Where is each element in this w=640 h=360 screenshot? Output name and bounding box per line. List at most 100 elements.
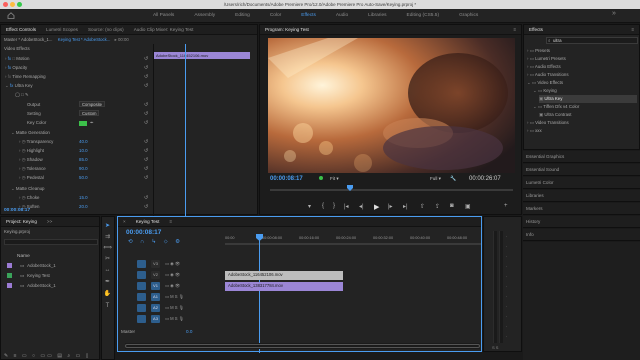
mark-in-icon[interactable]: ▾	[308, 203, 311, 210]
reset-parameter-icon[interactable]: ↺	[144, 120, 148, 126]
stopwatch-icon[interactable]: ◷	[22, 139, 26, 144]
play-icon[interactable]: ▶	[374, 203, 379, 211]
mask-tools[interactable]: ◯ □ ✎	[15, 91, 29, 99]
side-panel-lumetri-color[interactable]: Lumetri Color	[523, 177, 640, 189]
param-row[interactable]: › ◷ Choke	[19, 194, 39, 202]
track-source-patch[interactable]	[137, 293, 146, 301]
track-source-patch[interactable]	[137, 282, 146, 290]
rectangle-mask-icon[interactable]: □	[21, 92, 24, 97]
video-track-controls[interactable]: ▭ ◉ 👁	[165, 272, 180, 278]
timeline-tool-icons[interactable]: ⟲ ∩ ↳ ⬦ ⚙	[128, 239, 183, 246]
workspace-tab-audio[interactable]: Audio	[326, 9, 358, 23]
zoom-window-icon[interactable]	[17, 2, 22, 7]
clip-v1[interactable]: AdobeStock_138317784.mov	[225, 282, 343, 291]
solo-buttons[interactable]: S S	[492, 345, 498, 350]
video-track-controls[interactable]: ▭ ◉ 👁	[165, 261, 180, 267]
workspace-tab-assembly[interactable]: Assembly	[184, 9, 225, 23]
output-select[interactable]: Composite	[79, 101, 106, 109]
pen-tool-icon[interactable]: ✒	[103, 278, 112, 287]
side-panel-history[interactable]: History	[523, 216, 640, 228]
reset-parameter-icon[interactable]: ↺	[144, 148, 148, 154]
program-playhead[interactable]	[347, 185, 354, 191]
effects-tree-item[interactable]: › ▭ Lumetri Presets	[527, 55, 566, 63]
param-value[interactable]: 20.0	[79, 203, 88, 211]
setting-select[interactable]: Custom	[79, 110, 100, 118]
track-source-patch[interactable]	[137, 260, 146, 268]
stopwatch-icon[interactable]: ◷	[22, 157, 26, 162]
reset-parameter-icon[interactable]: ↺	[144, 175, 148, 181]
go-to-out-icon[interactable]: ▸|	[403, 203, 408, 210]
key-color-swatch[interactable]	[79, 121, 87, 126]
effects-tree-item[interactable]: › ▭ Presets	[527, 47, 550, 55]
track-source-patch[interactable]	[137, 315, 146, 323]
program-video-frame[interactable]	[268, 38, 515, 173]
project-tab-0[interactable]: Project: Keying	[1, 219, 42, 224]
side-panel-essential-sound[interactable]: Essential Sound	[523, 164, 640, 176]
timeline-menu-icon[interactable]: ≡	[164, 219, 177, 224]
timeline-playhead[interactable]	[256, 234, 263, 241]
razor-tool-icon[interactable]: ✂	[103, 255, 112, 264]
effects-tree-item[interactable]: › ▭ Audio Effects	[527, 63, 561, 71]
effects-tree-item[interactable]: › ▭ Audio Transitions	[527, 71, 569, 79]
hand-tool-icon[interactable]: ✋	[103, 290, 112, 299]
side-panel-libraries[interactable]: Libraries	[523, 190, 640, 202]
reset-parameter-icon[interactable]: ↺	[144, 102, 148, 108]
track-source-patch[interactable]	[137, 271, 146, 279]
side-panel-markers[interactable]: Markers	[523, 203, 640, 215]
audio-track-controls[interactable]: ▭ M S 🎙	[165, 316, 184, 322]
ultra-key-row[interactable]: ⌄ fx Ultra Key	[5, 82, 33, 90]
param-value[interactable]: 90.0	[79, 165, 88, 173]
sequence-clip-select[interactable]: Keying Test * AdobeStock...	[54, 37, 111, 42]
stopwatch-icon[interactable]: ◷	[22, 166, 26, 171]
effects-panel-menu-icon[interactable]: ≡	[626, 27, 639, 32]
pen-mask-icon[interactable]: ✎	[25, 92, 29, 97]
ec-tab-0[interactable]: Effect Controls	[1, 27, 41, 32]
master-clip-select[interactable]: Master * AdobeStock_1...	[1, 37, 53, 42]
program-current-timecode[interactable]: 00:00:08:17	[270, 176, 303, 182]
ec-playhead-marker-icon[interactable]: ▸ 00:00	[112, 37, 129, 42]
type-tool-icon[interactable]: T	[103, 302, 112, 311]
effects-tree-item[interactable]: › ▭ Video Transitions	[527, 119, 569, 127]
go-to-in-icon[interactable]: |◂	[344, 203, 349, 210]
lift-icon[interactable]: ⇧	[420, 203, 425, 210]
ec-clip-bar[interactable]: AdobeStock_116452106.mov	[154, 52, 250, 59]
effects-tree-item[interactable]: ⌄ ▭ Keying	[533, 87, 557, 95]
quality-select[interactable]: Full ▾	[430, 176, 441, 182]
project-tab-1[interactable]: >>	[42, 219, 57, 224]
project-item[interactable]: ▭ AdobeStock_1	[7, 282, 56, 290]
effects-tree-item[interactable]: ▣ Ultra Key	[539, 95, 637, 103]
param-value[interactable]: 40.0	[79, 138, 88, 146]
project-name-column[interactable]: Name	[17, 254, 30, 259]
stopwatch-icon[interactable]: ◷	[22, 148, 26, 153]
param-value[interactable]: 85.0	[79, 156, 88, 164]
track-label[interactable]: V1	[151, 282, 160, 290]
param-row[interactable]: › ◷ Tolerance	[19, 165, 46, 173]
panel-menu-icon[interactable]: ≡	[508, 27, 521, 32]
minimize-window-icon[interactable]	[10, 2, 15, 7]
track-source-patch[interactable]	[137, 304, 146, 312]
reset-parameter-icon[interactable]: ↺	[144, 56, 148, 62]
add-button-icon[interactable]: +	[504, 203, 508, 209]
param-row[interactable]: › ◷ Shadow	[19, 156, 43, 164]
effects-tree-item[interactable]: ⌄ ▭ Video Effects	[527, 79, 563, 87]
eyedropper-icon[interactable]: ✒	[90, 119, 94, 127]
reset-parameter-icon[interactable]: ↺	[144, 74, 148, 80]
video-track-controls[interactable]: ▭ ◉ 👁	[165, 283, 180, 289]
effects-search-input[interactable]: ⌕ ultra	[546, 37, 638, 44]
ec-timecode[interactable]: 00:00:08:17	[4, 208, 30, 213]
audio-track-controls[interactable]: ▭ M S 🎙	[165, 294, 184, 300]
ec-tab-1[interactable]: Lumetri Scopes	[41, 27, 83, 32]
param-row[interactable]: › ◷ Highlight	[19, 147, 44, 155]
master-track-value[interactable]: 0.0	[186, 329, 192, 334]
param-value[interactable]: 50.0	[79, 174, 88, 182]
workspace-tab-libraries[interactable]: Libraries	[358, 9, 396, 23]
opacity-row[interactable]: › fx Opacity	[5, 64, 27, 72]
workspace-tab-color[interactable]: Color	[260, 9, 291, 23]
mark-in-brace-icon[interactable]: }	[333, 203, 335, 209]
workspace-overflow-icon[interactable]: »	[612, 10, 616, 17]
project-search-input[interactable]	[4, 239, 98, 245]
param-row[interactable]: › ◷ Transparency	[19, 138, 53, 146]
mark-out-icon[interactable]: {	[322, 203, 324, 209]
step-forward-icon[interactable]: |▸	[388, 203, 393, 210]
zoom-select[interactable]: Fit ▾	[330, 176, 339, 182]
